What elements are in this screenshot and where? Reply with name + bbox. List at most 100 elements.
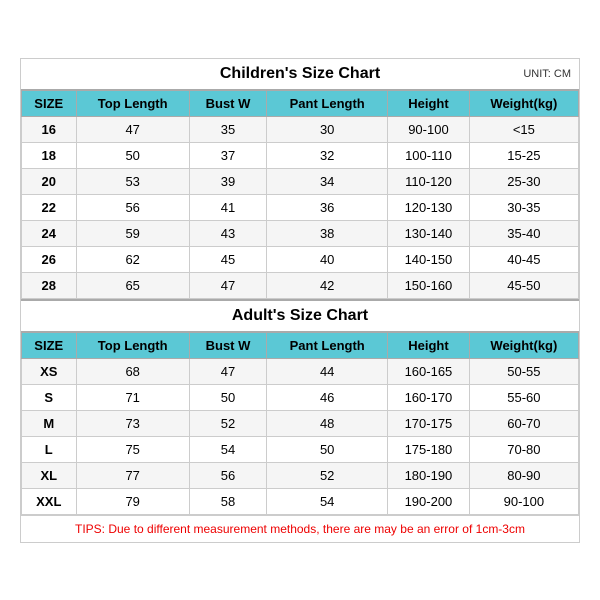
- table-row: 26624540140-15040-45: [22, 246, 579, 272]
- table-cell: 47: [189, 272, 266, 298]
- table-cell: 16: [22, 116, 77, 142]
- table-cell: 62: [76, 246, 189, 272]
- table-row: M735248170-17560-70: [22, 410, 579, 436]
- table-cell: 58: [189, 488, 266, 514]
- table-row: XXL795854190-20090-100: [22, 488, 579, 514]
- table-cell: 100-110: [388, 142, 470, 168]
- table-cell: 46: [267, 384, 388, 410]
- table-cell: 70-80: [469, 436, 578, 462]
- table-row: XL775652180-19080-90: [22, 462, 579, 488]
- adult-title-row: Adult's Size Chart: [21, 299, 579, 332]
- table-cell: 39: [189, 168, 266, 194]
- table-cell: 180-190: [388, 462, 470, 488]
- table-cell: 60-70: [469, 410, 578, 436]
- children-tbody: 1647353090-100<1518503732100-11015-25205…: [22, 116, 579, 298]
- table-cell: XS: [22, 358, 77, 384]
- table-cell: 26: [22, 246, 77, 272]
- adult-col-top-length: Top Length: [76, 332, 189, 358]
- table-cell: 50: [189, 384, 266, 410]
- table-cell: 54: [189, 436, 266, 462]
- table-cell: 40-45: [469, 246, 578, 272]
- children-col-pant-length: Pant Length: [267, 90, 388, 116]
- table-row: S715046160-17055-60: [22, 384, 579, 410]
- children-title-row: Children's Size Chart UNIT: CM: [21, 59, 579, 90]
- table-cell: 28: [22, 272, 77, 298]
- adult-header-row: SIZE Top Length Bust W Pant Length Heigh…: [22, 332, 579, 358]
- table-cell: 160-165: [388, 358, 470, 384]
- adult-table: SIZE Top Length Bust W Pant Length Heigh…: [21, 332, 579, 515]
- table-cell: 42: [267, 272, 388, 298]
- table-row: 28654742150-16045-50: [22, 272, 579, 298]
- size-chart-container: Children's Size Chart UNIT: CM SIZE Top …: [20, 58, 580, 543]
- table-row: L755450175-18070-80: [22, 436, 579, 462]
- table-cell: 36: [267, 194, 388, 220]
- table-cell: 190-200: [388, 488, 470, 514]
- table-cell: 73: [76, 410, 189, 436]
- table-row: 18503732100-11015-25: [22, 142, 579, 168]
- children-title: Children's Size Chart: [220, 65, 380, 82]
- tips-row: TIPS: Due to different measurement metho…: [21, 515, 579, 542]
- table-cell: 47: [189, 358, 266, 384]
- table-cell: 170-175: [388, 410, 470, 436]
- table-cell: 77: [76, 462, 189, 488]
- table-cell: 22: [22, 194, 77, 220]
- table-cell: 30-35: [469, 194, 578, 220]
- table-cell: 80-90: [469, 462, 578, 488]
- table-cell: 55-60: [469, 384, 578, 410]
- children-col-size: SIZE: [22, 90, 77, 116]
- table-cell: 43: [189, 220, 266, 246]
- children-col-weight: Weight(kg): [469, 90, 578, 116]
- table-cell: 40: [267, 246, 388, 272]
- children-table: SIZE Top Length Bust W Pant Length Heigh…: [21, 90, 579, 299]
- children-col-height: Height: [388, 90, 470, 116]
- table-cell: 160-170: [388, 384, 470, 410]
- table-cell: 45: [189, 246, 266, 272]
- adult-thead: SIZE Top Length Bust W Pant Length Heigh…: [22, 332, 579, 358]
- adult-col-pant-length: Pant Length: [267, 332, 388, 358]
- table-cell: 37: [189, 142, 266, 168]
- children-thead: SIZE Top Length Bust W Pant Length Heigh…: [22, 90, 579, 116]
- unit-label: UNIT: CM: [523, 68, 571, 80]
- adult-col-weight: Weight(kg): [469, 332, 578, 358]
- table-cell: 44: [267, 358, 388, 384]
- table-cell: 38: [267, 220, 388, 246]
- table-cell: 71: [76, 384, 189, 410]
- table-cell: 50: [76, 142, 189, 168]
- table-cell: 48: [267, 410, 388, 436]
- table-row: 22564136120-13030-35: [22, 194, 579, 220]
- adult-col-size: SIZE: [22, 332, 77, 358]
- table-cell: 53: [76, 168, 189, 194]
- table-cell: 45-50: [469, 272, 578, 298]
- table-cell: 47: [76, 116, 189, 142]
- adult-tbody: XS684744160-16550-55S715046160-17055-60M…: [22, 358, 579, 514]
- table-cell: 68: [76, 358, 189, 384]
- table-cell: XXL: [22, 488, 77, 514]
- table-row: 1647353090-100<15: [22, 116, 579, 142]
- table-cell: 59: [76, 220, 189, 246]
- table-cell: 56: [76, 194, 189, 220]
- table-cell: 25-30: [469, 168, 578, 194]
- table-cell: 150-160: [388, 272, 470, 298]
- table-cell: 15-25: [469, 142, 578, 168]
- table-cell: 24: [22, 220, 77, 246]
- table-cell: 120-130: [388, 194, 470, 220]
- adult-col-height: Height: [388, 332, 470, 358]
- table-cell: 18: [22, 142, 77, 168]
- table-cell: 20: [22, 168, 77, 194]
- table-cell: 34: [267, 168, 388, 194]
- table-cell: XL: [22, 462, 77, 488]
- table-cell: L: [22, 436, 77, 462]
- table-cell: 54: [267, 488, 388, 514]
- table-cell: 32: [267, 142, 388, 168]
- table-cell: S: [22, 384, 77, 410]
- table-cell: 52: [267, 462, 388, 488]
- table-cell: 30: [267, 116, 388, 142]
- table-cell: 50: [267, 436, 388, 462]
- tips-text: TIPS: Due to different measurement metho…: [75, 522, 525, 536]
- table-cell: 52: [189, 410, 266, 436]
- table-row: 24594338130-14035-40: [22, 220, 579, 246]
- table-cell: 140-150: [388, 246, 470, 272]
- table-cell: 35-40: [469, 220, 578, 246]
- table-cell: 35: [189, 116, 266, 142]
- table-cell: 56: [189, 462, 266, 488]
